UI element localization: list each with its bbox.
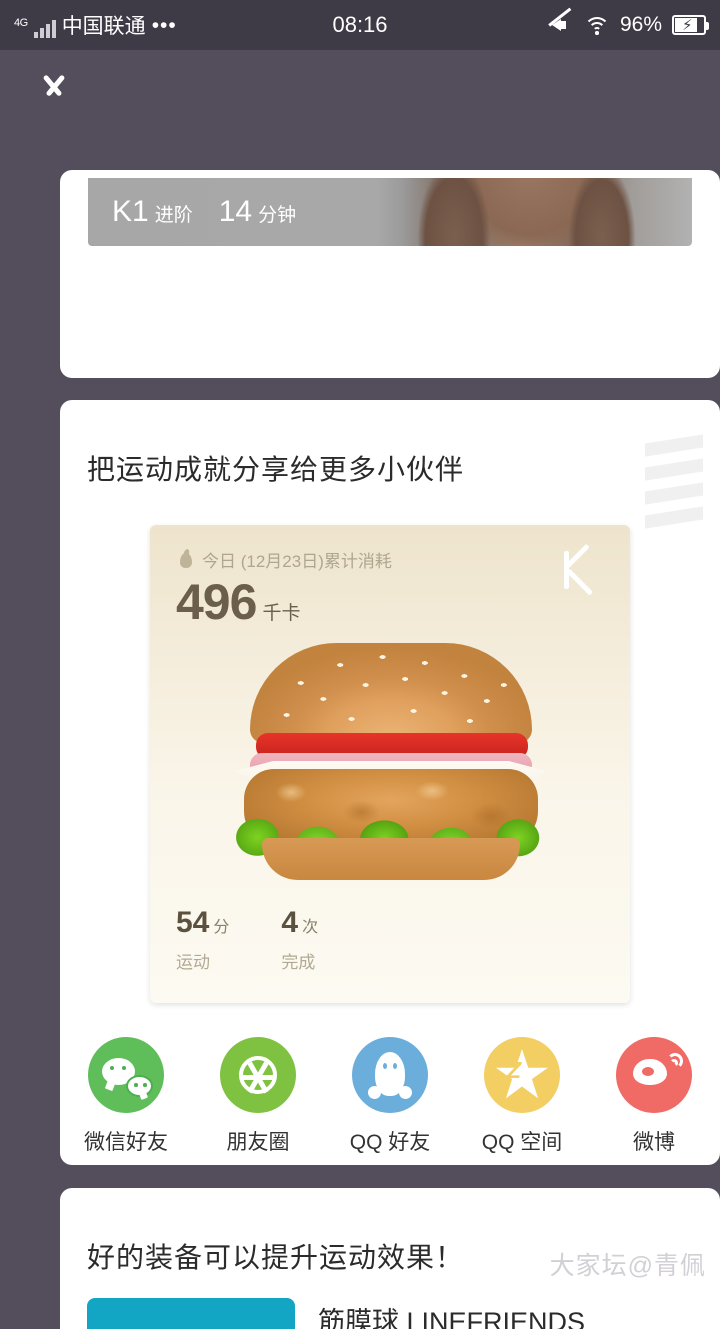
burger-bottom-bun bbox=[262, 838, 520, 880]
share-target-label: 朋友圈 bbox=[226, 1131, 290, 1154]
stat-caption: 完成 bbox=[281, 953, 316, 972]
chicken-burger-photo bbox=[208, 633, 572, 888]
workout-level-suffix: 进阶 bbox=[154, 205, 193, 226]
gear-product-name: 筋膜球 LINEFRIENDS bbox=[318, 1307, 586, 1329]
share-target-wechat[interactable]: 微信好友 bbox=[60, 1037, 192, 1156]
stat-item: 4 次 完成 bbox=[281, 906, 318, 973]
share-target-label: QQ 空间 bbox=[481, 1131, 563, 1154]
decorative-stripes bbox=[645, 433, 703, 531]
gear-card: 好的装备可以提升运动效果！ 筋膜球 LINEFRIENDS bbox=[60, 1188, 720, 1329]
workout-duration-value: 14 bbox=[218, 195, 253, 228]
workout-banner-text: K1 进阶 14 分钟 bbox=[112, 195, 296, 229]
share-targets-row: 微信好友 朋友圈 QQ 好友 Z QQ 空间 微博 bbox=[60, 1037, 720, 1156]
share-target-label: QQ 好友 bbox=[349, 1131, 431, 1154]
wifi-icon bbox=[583, 15, 610, 35]
nav-bar bbox=[0, 50, 720, 120]
stat-caption: 运动 bbox=[176, 953, 210, 972]
status-bar: 4G 中国联通 ••• 08:16 96% ⚡ bbox=[0, 0, 720, 50]
chevron-down-icon[interactable] bbox=[34, 72, 80, 98]
gear-card-title: 好的装备可以提升运动效果！ bbox=[87, 1242, 465, 1273]
share-target-weibo[interactable]: 微博 bbox=[588, 1037, 720, 1156]
weibo-icon bbox=[616, 1037, 692, 1113]
athlete-photo bbox=[362, 178, 692, 246]
poster-stats: 54 分 运动 4 次 完成 bbox=[176, 906, 318, 973]
workout-card[interactable]: K1 进阶 14 分钟 查看详情 bbox=[60, 170, 720, 378]
share-target-label: 微博 bbox=[633, 1131, 675, 1154]
stat-unit: 分 bbox=[213, 919, 230, 936]
burger-top-bun bbox=[250, 643, 532, 743]
qq-icon bbox=[352, 1037, 428, 1113]
workout-banner-image: K1 进阶 14 分钟 bbox=[88, 178, 692, 246]
workout-duration-unit: 分钟 bbox=[258, 205, 297, 226]
poster-calories: 496 千卡 bbox=[176, 573, 300, 631]
gear-thumbnail[interactable] bbox=[87, 1298, 295, 1329]
scroll-content[interactable]: K1 进阶 14 分钟 查看详情 把运动成就分享给更多小伙伴 今日 (12月23… bbox=[0, 50, 720, 1329]
stat-value: 4 bbox=[281, 906, 299, 939]
share-target-qzone[interactable]: Z QQ 空间 bbox=[456, 1037, 588, 1156]
share-card: 把运动成就分享给更多小伙伴 今日 (12月23日)累计消耗 496 千卡 54 … bbox=[60, 400, 720, 1165]
poster-header-label: 今日 (12月23日)累计消耗 bbox=[202, 552, 392, 571]
flame-icon bbox=[178, 550, 194, 570]
achievement-poster[interactable]: 今日 (12月23日)累计消耗 496 千卡 54 分 运动 4 次 完成 bbox=[150, 525, 630, 1003]
calories-unit: 千卡 bbox=[262, 603, 301, 624]
clock-label: 08:16 bbox=[332, 12, 388, 37]
moments-icon bbox=[220, 1037, 296, 1113]
poster-header: 今日 (12月23日)累计消耗 bbox=[178, 547, 392, 572]
mute-icon bbox=[548, 7, 574, 36]
battery-charging-icon: ⚡ bbox=[672, 15, 709, 35]
workout-level: K1 bbox=[112, 195, 149, 228]
stat-value: 54 bbox=[176, 906, 210, 939]
keep-k-logo bbox=[562, 543, 606, 596]
wechat-icon bbox=[88, 1037, 164, 1113]
share-target-label: 微信好友 bbox=[84, 1131, 168, 1154]
stat-item: 54 分 运动 bbox=[176, 906, 229, 973]
share-target-moments[interactable]: 朋友圈 bbox=[192, 1037, 324, 1156]
share-target-qq[interactable]: QQ 好友 bbox=[324, 1037, 456, 1156]
stat-unit: 次 bbox=[302, 919, 319, 936]
share-card-title: 把运动成就分享给更多小伙伴 bbox=[87, 454, 465, 485]
qzone-icon: Z bbox=[484, 1037, 560, 1113]
calories-value: 496 bbox=[176, 574, 257, 630]
